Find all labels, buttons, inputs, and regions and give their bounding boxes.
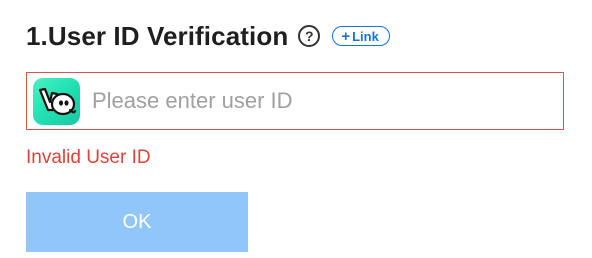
app-logo-glyph: [38, 87, 76, 116]
ok-button[interactable]: OK: [26, 192, 248, 252]
error-message: Invalid User ID: [26, 147, 151, 168]
section-header: 1.User ID Verification ? + Link: [26, 18, 390, 54]
user-id-input[interactable]: [90, 80, 563, 122]
link-button-label: Link: [352, 28, 379, 44]
user-id-input-box: [26, 72, 564, 130]
plus-icon: +: [341, 27, 351, 45]
link-button[interactable]: + Link: [332, 26, 390, 46]
verification-panel: 1.User ID Verification ? + Link Invalid …: [0, 0, 592, 258]
app-logo-icon: [33, 77, 80, 125]
help-icon[interactable]: ?: [298, 25, 321, 47]
section-title: 1.User ID Verification: [26, 20, 289, 51]
